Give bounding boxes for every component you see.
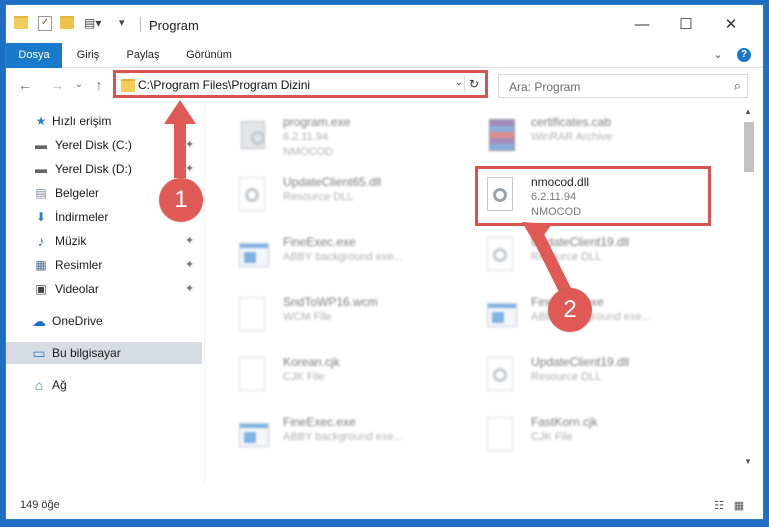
arrow-1-head: [164, 100, 196, 124]
step-1-badge: 1: [159, 178, 203, 222]
arrow-1-shaft: [174, 122, 186, 178]
step-2-badge: 2: [548, 288, 592, 332]
annotation-arrows: [164, 100, 572, 298]
